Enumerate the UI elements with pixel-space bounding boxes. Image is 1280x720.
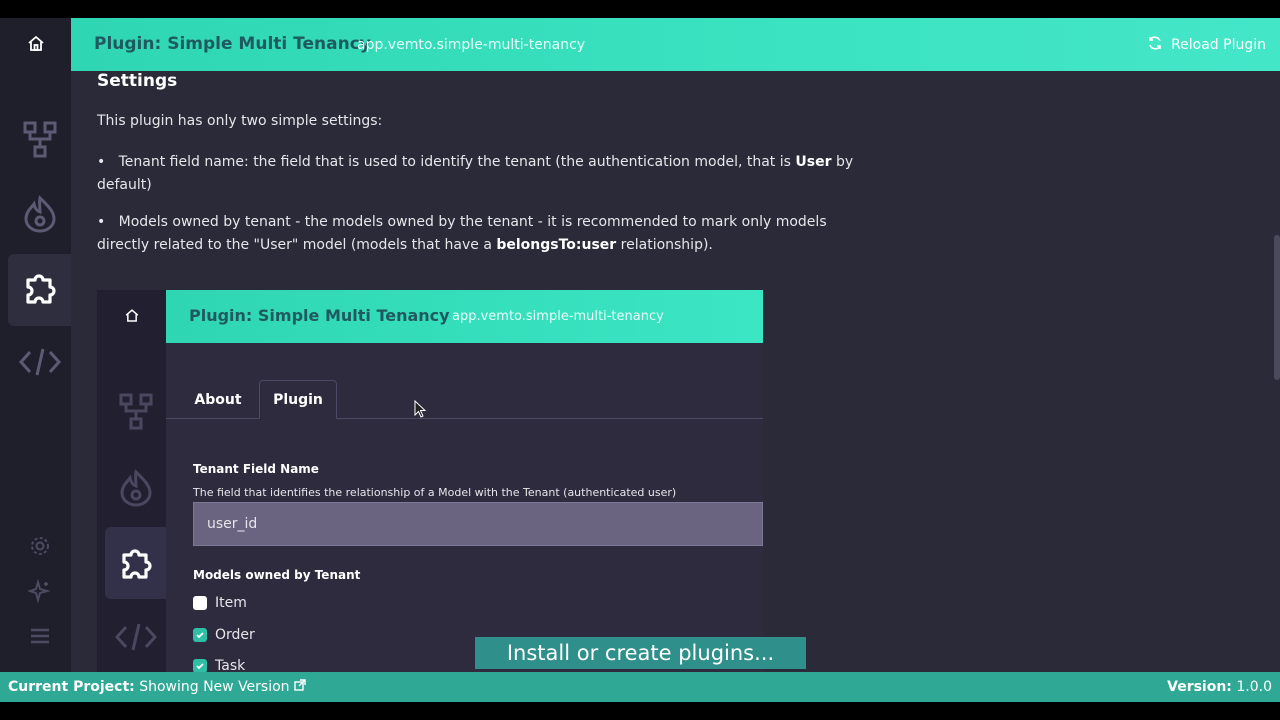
bullet-text: relationship). <box>616 237 713 253</box>
checkbox-unchecked[interactable] <box>193 596 207 610</box>
version-info: Version: 1.0.0 <box>1167 679 1272 695</box>
puzzle-icon <box>20 268 60 312</box>
sidebar-item-schema[interactable] <box>8 106 71 178</box>
bullet-text: Models owned by tenant - the models owne… <box>97 214 827 253</box>
list-item: • Models owned by tenant - the models ow… <box>97 214 827 253</box>
sidebar-item-plugins[interactable] <box>8 254 71 326</box>
video-caption: Install or create plugins... <box>475 637 806 669</box>
project-value: Showing New Version <box>139 679 290 695</box>
checkbox-checked[interactable] <box>193 628 207 642</box>
tenant-field-help: The field that identifies the relationsh… <box>193 486 677 499</box>
sparkle-icon[interactable] <box>26 578 52 604</box>
status-bar: Current Project: Showing New Version Ver… <box>0 672 1280 702</box>
flame-icon <box>105 452 166 524</box>
models-label: Models owned by Tenant <box>193 568 361 582</box>
refresh-icon <box>1147 35 1163 55</box>
project-label: Current Project: <box>8 679 135 695</box>
sidebar-item-code[interactable] <box>8 328 71 400</box>
code-icon <box>18 345 62 383</box>
tab-plugin[interactable]: Plugin <box>259 380 337 419</box>
bullet-bold: User <box>795 154 832 170</box>
letterbox-bottom <box>0 702 1280 720</box>
page-title: Plugin: Simple Multi Tenancy <box>94 34 371 54</box>
bullet-text: Tenant field name: the field that is use… <box>118 154 796 170</box>
tab-about[interactable]: About <box>178 380 258 419</box>
scrollbar[interactable] <box>1274 235 1280 380</box>
code-icon <box>105 601 166 672</box>
reload-plugin-label: Reload Plugin <box>1171 37 1266 53</box>
embedded-screenshot: Plugin: Simple Multi Tenancy app.vemto.s… <box>97 290 763 672</box>
checkbox-order[interactable]: Order <box>193 627 255 643</box>
gear-icon[interactable] <box>28 534 52 558</box>
tenant-field-label: Tenant Field Name <box>193 462 319 476</box>
flame-icon <box>23 195 57 237</box>
mouse-cursor-icon <box>414 399 427 418</box>
external-link-icon <box>294 679 306 695</box>
version-value: 1.0.0 <box>1236 679 1272 695</box>
bullet-bold: belongsTo:user <box>496 237 617 253</box>
menu-icon[interactable] <box>28 624 52 648</box>
tenant-field-value: user_id <box>207 516 258 532</box>
checkbox-label: Item <box>215 595 247 611</box>
schema-icon <box>105 376 166 448</box>
settings-heading: Settings <box>97 71 178 91</box>
puzzle-icon <box>105 527 166 599</box>
checkbox-task[interactable]: Task <box>193 658 245 672</box>
checkbox-item[interactable]: Item <box>193 595 247 611</box>
embedded-plugin-id: app.vemto.simple-multi-tenancy <box>452 309 664 324</box>
sidebar <box>0 18 71 672</box>
embedded-tabs: About Plugin <box>166 380 763 419</box>
main-content: Settings This plugin has only two simple… <box>71 71 1280 672</box>
home-icon[interactable] <box>24 32 48 56</box>
app-header: Plugin: Simple Multi Tenancy app.vemto.s… <box>71 18 1280 71</box>
settings-intro: This plugin has only two simple settings… <box>97 113 383 129</box>
checkbox-checked[interactable] <box>193 659 207 672</box>
embedded-header: Plugin: Simple Multi Tenancy app.vemto.s… <box>166 290 763 343</box>
tenant-field-input[interactable]: user_id <box>193 502 763 546</box>
plugin-id: app.vemto.simple-multi-tenancy <box>357 37 586 53</box>
letterbox-top <box>0 0 1280 18</box>
version-label: Version: <box>1167 679 1232 695</box>
checkbox-label: Task <box>215 658 246 672</box>
embedded-title: Plugin: Simple Multi Tenancy <box>189 306 450 325</box>
embedded-sidebar <box>97 290 166 672</box>
current-project[interactable]: Current Project: Showing New Version <box>8 679 306 695</box>
schema-icon <box>23 121 57 163</box>
home-icon <box>122 306 142 330</box>
list-item: • Tenant field name: the field that is u… <box>97 154 854 193</box>
sidebar-item-generate[interactable] <box>8 180 71 252</box>
reload-plugin-button[interactable]: Reload Plugin <box>1147 35 1266 55</box>
checkbox-label: Order <box>215 627 255 643</box>
